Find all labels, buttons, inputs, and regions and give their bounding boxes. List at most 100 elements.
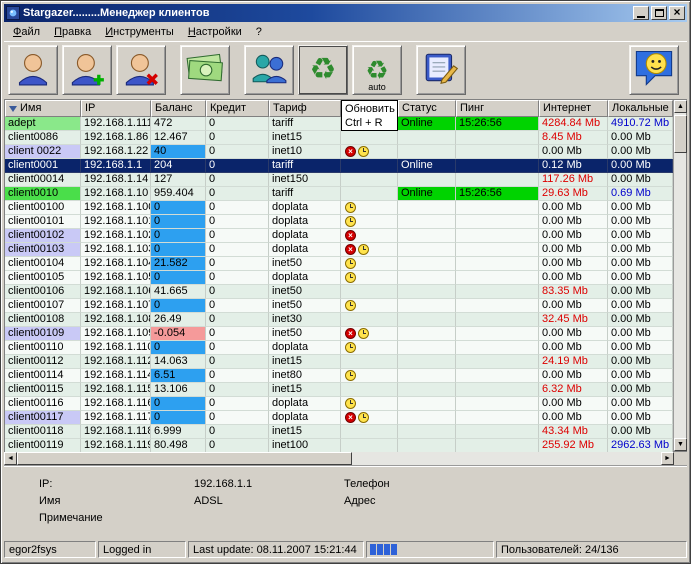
users-button[interactable] [244, 45, 294, 95]
about-button[interactable] [629, 45, 679, 95]
menu-help[interactable]: ? [249, 24, 269, 40]
scroll-down-icon[interactable]: ▼ [674, 438, 687, 451]
vertical-scroll-thumb[interactable] [674, 115, 687, 153]
scroll-right-icon[interactable]: ► [661, 452, 674, 465]
add-client-button[interactable] [62, 45, 112, 95]
cell-ip: 192.168.1.107 [81, 299, 151, 313]
scroll-left-icon[interactable]: ◄ [4, 452, 17, 465]
close-button[interactable] [669, 6, 685, 20]
cell-internet: 0.00 Mb [539, 369, 608, 383]
client-row[interactable]: client00014192.168.1.141270inet150117.26… [5, 173, 673, 187]
waiting-icon [345, 370, 356, 381]
client-row[interactable]: client00102192.168.1.10200doplata0.00 Mb… [5, 229, 673, 243]
cell-ping [456, 327, 539, 341]
cell-credit: 0 [206, 313, 269, 327]
cell-tariff: inet30 [269, 313, 341, 327]
waiting-icon [345, 216, 356, 227]
person-delete-icon [123, 50, 159, 89]
client-row[interactable]: client00118192.168.1.1186.9990inet1543.3… [5, 425, 673, 439]
client-row[interactable]: client00109192.168.1.109-0.0540inet500.0… [5, 327, 673, 341]
auto-refresh-button[interactable]: ♻ auto [352, 45, 402, 95]
minimize-button[interactable] [633, 6, 649, 20]
cell-flags [341, 215, 398, 229]
cell-ping [456, 285, 539, 299]
cell-internet: 0.00 Mb [539, 145, 608, 159]
close-icon [673, 7, 680, 19]
cell-status [398, 341, 456, 355]
cell-balance: 0 [151, 201, 206, 215]
cell-tariff: inet15 [269, 355, 341, 369]
delete-client-button[interactable] [116, 45, 166, 95]
client-row[interactable]: client00107192.168.1.10700inet500.00 Mb0… [5, 299, 673, 313]
cell-local: 0.00 Mb [608, 411, 673, 425]
column-header[interactable]: IP [81, 100, 151, 117]
window-controls [633, 6, 685, 20]
cell-local: 0.00 Mb [608, 257, 673, 271]
waiting-icon [358, 146, 369, 157]
menu-file[interactable]: Файл [6, 24, 47, 40]
client-row[interactable]: client0010192.168.1.10959.4040tariffOnli… [5, 187, 673, 201]
column-header[interactable]: Баланс [151, 100, 206, 117]
cell-flags [341, 439, 398, 453]
horizontal-scrollbar[interactable]: ◄ ► [4, 452, 674, 465]
client-row[interactable]: client00119192.168.1.11980.4980inet10025… [5, 439, 673, 453]
column-header-label: Баланс [155, 101, 192, 116]
column-header[interactable]: Тариф [269, 100, 341, 117]
horizontal-scroll-thumb[interactable] [17, 452, 352, 465]
cell-ip: 192.168.1.110 [81, 341, 151, 355]
client-row[interactable]: client00110192.168.1.11000doplata0.00 Mb… [5, 341, 673, 355]
client-row[interactable]: client00106192.168.1.10641.6650inet5083.… [5, 285, 673, 299]
auto-refresh-icon: ♻ [365, 57, 388, 83]
cell-ip: 192.168.1.1 [81, 159, 151, 173]
cell-balance: 14.063 [151, 355, 206, 369]
scroll-up-icon[interactable]: ▲ [674, 100, 687, 113]
progress-segment [370, 544, 376, 555]
payment-button[interactable] [180, 45, 230, 95]
cell-tariff: inet80 [269, 369, 341, 383]
client-row[interactable]: client00108192.168.1.10826.490inet3032.4… [5, 313, 673, 327]
client-row[interactable]: client00112192.168.1.11214.0630inet1524.… [5, 355, 673, 369]
cell-tariff: doplata [269, 201, 341, 215]
cell-tariff: doplata [269, 243, 341, 257]
client-row[interactable]: client0086192.168.1.8612.4670inet158.45 … [5, 131, 673, 145]
column-header[interactable]: Интернет [539, 100, 608, 117]
cell-flags [341, 243, 398, 257]
menu-tools[interactable]: Инструменты [98, 24, 181, 40]
client-row[interactable]: client00104192.168.1.10421.5820inet500.0… [5, 257, 673, 271]
column-header[interactable]: Пинг [456, 100, 539, 117]
cell-name: client00117 [5, 411, 81, 425]
table-header: ИмяIPБалансКредитТарифДоговорСтатусПингИ… [5, 100, 673, 117]
menu-settings[interactable]: Настройки [181, 24, 249, 40]
cell-ip: 192.168.1.115 [81, 383, 151, 397]
client-info-button[interactable] [8, 45, 58, 95]
column-header-label: Кредит [210, 101, 246, 116]
client-row[interactable]: client00114192.168.1.1146.510inet800.00 … [5, 369, 673, 383]
column-header[interactable]: Статус [398, 100, 456, 117]
client-row[interactable]: client00116192.168.1.11600doplata0.00 Mb… [5, 397, 673, 411]
client-row[interactable]: client00101192.168.1.10100doplata0.00 Mb… [5, 215, 673, 229]
cell-status [398, 173, 456, 187]
client-row[interactable]: client00117192.168.1.11700doplata0.00 Mb… [5, 411, 673, 425]
menu-edit[interactable]: Правка [47, 24, 98, 40]
client-row[interactable]: client00105192.168.1.10500doplata0.00 Mb… [5, 271, 673, 285]
app-icon [6, 6, 20, 20]
column-header[interactable]: Имя [5, 100, 81, 117]
client-row[interactable]: client 0022192.168.1.22400inet100.00 Mb0… [5, 145, 673, 159]
status-bar: egor2fsys Logged in Last update: 08.11.2… [4, 539, 687, 558]
cell-ping [456, 257, 539, 271]
auto-label: auto [368, 82, 386, 92]
client-row[interactable]: client0001192.168.1.12040tariffOnline0.1… [5, 159, 673, 173]
client-row[interactable]: client00103192.168.1.10300doplata0.00 Mb… [5, 243, 673, 257]
column-header[interactable]: Кредит [206, 100, 269, 117]
maximize-button[interactable] [651, 6, 667, 20]
cell-local: 0.00 Mb [608, 425, 673, 439]
client-row[interactable]: client00100192.168.1.10000doplata0.00 Mb… [5, 201, 673, 215]
refresh-button[interactable]: ♻ [298, 45, 348, 95]
column-header[interactable]: Локальные р [608, 100, 673, 117]
notes-button[interactable] [416, 45, 466, 95]
client-row[interactable]: client00115192.168.1.11513.1060inet156.3… [5, 383, 673, 397]
cell-ip: 192.168.1.118 [81, 425, 151, 439]
client-row[interactable]: adept192.168.1.1114720tariffOnline15:26:… [5, 117, 673, 131]
cell-status [398, 271, 456, 285]
vertical-scrollbar[interactable]: ▲ ▼ [673, 100, 686, 451]
